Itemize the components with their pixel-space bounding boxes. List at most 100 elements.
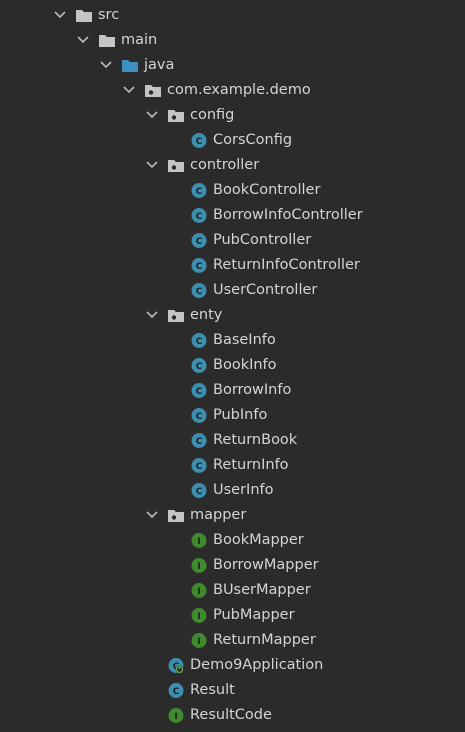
source-folder-icon — [121, 57, 139, 74]
tree-item-label: config — [190, 107, 235, 123]
svg-text:I: I — [197, 587, 200, 597]
class-icon: C — [190, 382, 208, 399]
tree-row[interactable]: C UserController — [0, 278, 465, 303]
tree-item-label: ReturnInfoController — [213, 257, 360, 273]
tree-row[interactable]: enty — [0, 303, 465, 328]
tree-item-label: ReturnInfo — [213, 457, 289, 473]
svg-text:I: I — [197, 537, 200, 547]
tree-item-label: com.example.demo — [167, 82, 311, 98]
svg-text:C: C — [196, 187, 203, 197]
tree-row[interactable]: I PubMapper — [0, 603, 465, 628]
tree-row[interactable]: I BorrowMapper — [0, 553, 465, 578]
svg-text:C: C — [196, 337, 203, 347]
tree-item-label: BUserMapper — [213, 582, 311, 598]
tree-row[interactable]: I BookMapper — [0, 528, 465, 553]
interface-icon: I — [190, 582, 208, 599]
chevron-down-icon[interactable] — [76, 28, 90, 53]
package-icon — [167, 157, 185, 174]
tree-row[interactable]: C PubController — [0, 228, 465, 253]
chevron-down-icon[interactable] — [122, 78, 136, 103]
class-icon: C — [190, 457, 208, 474]
class-icon: C — [190, 182, 208, 199]
class-icon: C — [190, 407, 208, 424]
svg-text:C: C — [196, 462, 203, 472]
svg-text:C: C — [196, 262, 203, 272]
tree-row[interactable]: C BookController — [0, 178, 465, 203]
tree-item-label: controller — [190, 157, 260, 173]
class-icon: C — [190, 482, 208, 499]
package-icon — [144, 82, 162, 99]
interface-icon: I — [167, 707, 185, 724]
tree-item-label: CorsConfig — [213, 132, 293, 148]
spring-boot-class-icon: C — [167, 657, 185, 674]
svg-text:I: I — [197, 612, 200, 622]
tree-row[interactable]: I BUserMapper — [0, 578, 465, 603]
class-icon: C — [167, 682, 185, 699]
chevron-down-icon[interactable] — [99, 53, 113, 78]
chevron-down-icon[interactable] — [145, 303, 159, 328]
tree-item-label: BookInfo — [213, 357, 277, 373]
tree-row[interactable]: I ResultCode — [0, 703, 465, 728]
class-icon: C — [190, 357, 208, 374]
class-icon: C — [190, 132, 208, 149]
class-icon: C — [190, 432, 208, 449]
tree-row[interactable]: main — [0, 28, 465, 53]
tree-item-label: main — [121, 32, 158, 48]
folder-icon — [98, 32, 116, 49]
tree-item-label: BookController — [213, 182, 321, 198]
tree-item-label: UserInfo — [213, 482, 274, 498]
tree-row[interactable]: controller — [0, 153, 465, 178]
tree-row[interactable]: C BorrowInfoController — [0, 203, 465, 228]
tree-item-label: BaseInfo — [213, 332, 276, 348]
tree-row[interactable]: C PubInfo — [0, 403, 465, 428]
tree-row[interactable]: C ReturnInfoController — [0, 253, 465, 278]
tree-row[interactable]: C ReturnBook — [0, 428, 465, 453]
tree-item-label: PubMapper — [213, 607, 295, 623]
tree-row[interactable]: C BorrowInfo — [0, 378, 465, 403]
tree-item-label: UserController — [213, 282, 318, 298]
tree-row[interactable]: config — [0, 103, 465, 128]
tree-item-label: PubInfo — [213, 407, 268, 423]
svg-text:C: C — [173, 687, 180, 697]
tree-row[interactable]: C ReturnInfo — [0, 453, 465, 478]
svg-text:C: C — [196, 362, 203, 372]
tree-item-label: BorrowInfo — [213, 382, 292, 398]
tree-row[interactable]: I ReturnMapper — [0, 628, 465, 653]
tree-item-label: src — [98, 7, 120, 23]
tree-item-label: BookMapper — [213, 532, 304, 548]
package-icon — [167, 507, 185, 524]
tree-row[interactable]: C UserInfo — [0, 478, 465, 503]
svg-text:I: I — [174, 712, 177, 722]
tree-item-label: Demo9Application — [190, 657, 324, 673]
class-icon: C — [190, 207, 208, 224]
tree-row[interactable]: com.example.demo — [0, 78, 465, 103]
chevron-down-icon[interactable] — [145, 103, 159, 128]
tree-item-label: ReturnBook — [213, 432, 298, 448]
tree-row[interactable]: C BookInfo — [0, 353, 465, 378]
class-icon: C — [190, 257, 208, 274]
tree-item-label: Result — [190, 682, 235, 698]
interface-icon: I — [190, 632, 208, 649]
tree-row[interactable]: mapper — [0, 503, 465, 528]
tree-row[interactable]: java — [0, 53, 465, 78]
tree-item-label: BorrowInfoController — [213, 207, 363, 223]
svg-text:C: C — [196, 487, 203, 497]
project-tree: src main java com.example.demo config C CorsCo… — [0, 3, 465, 728]
tree-row[interactable]: src — [0, 3, 465, 28]
svg-text:I: I — [197, 562, 200, 572]
tree-row[interactable]: C CorsConfig — [0, 128, 465, 153]
class-icon: C — [190, 332, 208, 349]
chevron-down-icon[interactable] — [145, 503, 159, 528]
svg-text:C: C — [196, 237, 203, 247]
package-icon — [167, 107, 185, 124]
chevron-down-icon[interactable] — [53, 3, 67, 28]
tree-item-label: PubController — [213, 232, 312, 248]
tree-row[interactable]: C Result — [0, 678, 465, 703]
interface-icon: I — [190, 607, 208, 624]
chevron-down-icon[interactable] — [145, 153, 159, 178]
tree-item-label: BorrowMapper — [213, 557, 319, 573]
tree-row[interactable]: C Demo9Application — [0, 653, 465, 678]
tree-row[interactable]: C BaseInfo — [0, 328, 465, 353]
svg-text:I: I — [197, 637, 200, 647]
tree-item-label: mapper — [190, 507, 247, 523]
